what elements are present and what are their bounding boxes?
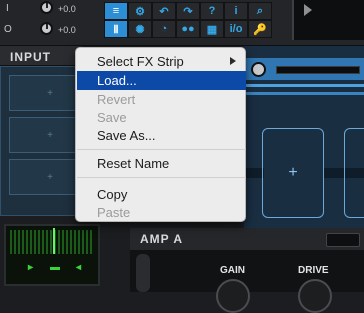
drive-knob-label: DRIVE [298,265,329,276]
menu-separator [77,149,246,150]
meter-peak-line [53,228,55,254]
meter-center-icon: ▬ [50,262,60,273]
plus-icon: + [47,129,53,141]
list-icon[interactable]: ≡ [104,2,128,20]
metronome-icon[interactable]: ◔ [152,20,176,38]
menu-item-label: Load... [97,73,137,88]
menu-item-paste[interactable]: Paste [77,203,246,222]
drive-knob[interactable] [298,279,332,313]
plus-icon: + [288,164,298,181]
submenu-arrow-icon [230,57,236,65]
input-gain-label: I [6,3,9,14]
fx-strip-knob[interactable] [251,62,266,77]
menu-item-label: Save [97,110,127,125]
input-gain-value: +0.0 [58,4,76,14]
meter-bars [10,230,94,254]
search-icon[interactable]: ⌕ [248,2,272,20]
input-gain-knob[interactable] [40,1,53,14]
tuner-icon[interactable]: ✺ [128,20,152,38]
menu-item-label: Paste [97,205,131,220]
menu-item-load[interactable]: Load... [77,71,246,90]
menu-item-save-as[interactable]: Save As... [77,126,246,145]
menu-item-label: Reset Name [97,156,170,171]
fx-strip-meter [276,66,360,74]
menu-item-select-fx-strip[interactable]: Select FX Strip [77,52,246,71]
fx-divider [244,84,364,87]
amp-options-button[interactable] [326,233,360,247]
output-gain-knob[interactable] [40,22,53,35]
gain-knob-label: GAIN [220,265,245,276]
gear-icon[interactable]: ⚙ [128,2,152,20]
menu-item-reset-name[interactable]: Reset Name [77,154,246,173]
fx-empty-slot[interactable] [344,128,364,218]
menu-separator [77,177,246,178]
menu-item-label: Save As... [97,128,156,143]
plus-icon: + [47,87,53,99]
menu-item-save[interactable]: Save [77,108,246,127]
fx-empty-slot[interactable]: + [262,128,324,218]
plus-icon: + [47,171,53,183]
menu-item-label: Revert [97,92,136,107]
menu-item-revert[interactable]: Revert [77,90,246,109]
input-panel-title: INPUT [10,50,51,64]
transport-display[interactable] [292,0,364,40]
gain-knob[interactable] [216,279,250,313]
help-icon[interactable]: ? [200,2,224,20]
grid-icon[interactable]: ▦ [200,20,224,38]
fx-divider [244,92,364,95]
menu-item-copy[interactable]: Copy [77,185,246,204]
meter-arrow-icon: ▸ [28,262,34,273]
output-gain-label: O [4,24,12,35]
toolbar-button-grid: ≡ ⚙ ↶ ↷ ? i ⌕ Ⅱ ✺ ◔ ●● ▦ i/o 🔑 [104,2,272,38]
record-icon[interactable]: ●● [176,20,200,38]
meter-arrow-icon: ◂ [76,262,82,273]
key-icon[interactable]: 🔑 [248,20,272,38]
io-icon[interactable]: i/o [224,20,248,38]
context-menu: Select FX Strip Load... Revert Save Save… [75,47,246,222]
redo-icon[interactable]: ↷ [176,2,200,20]
menu-item-label: Select FX Strip [97,54,184,69]
fx-connector [244,168,264,178]
info-icon[interactable]: i [224,2,248,20]
amp-panel-title: AMP A [140,232,184,246]
amp-side-rail [136,254,150,292]
output-gain-value: +0.0 [58,25,76,35]
bars-icon[interactable]: Ⅱ [104,20,128,38]
menu-item-label: Copy [97,187,128,202]
undo-icon[interactable]: ↶ [152,2,176,20]
